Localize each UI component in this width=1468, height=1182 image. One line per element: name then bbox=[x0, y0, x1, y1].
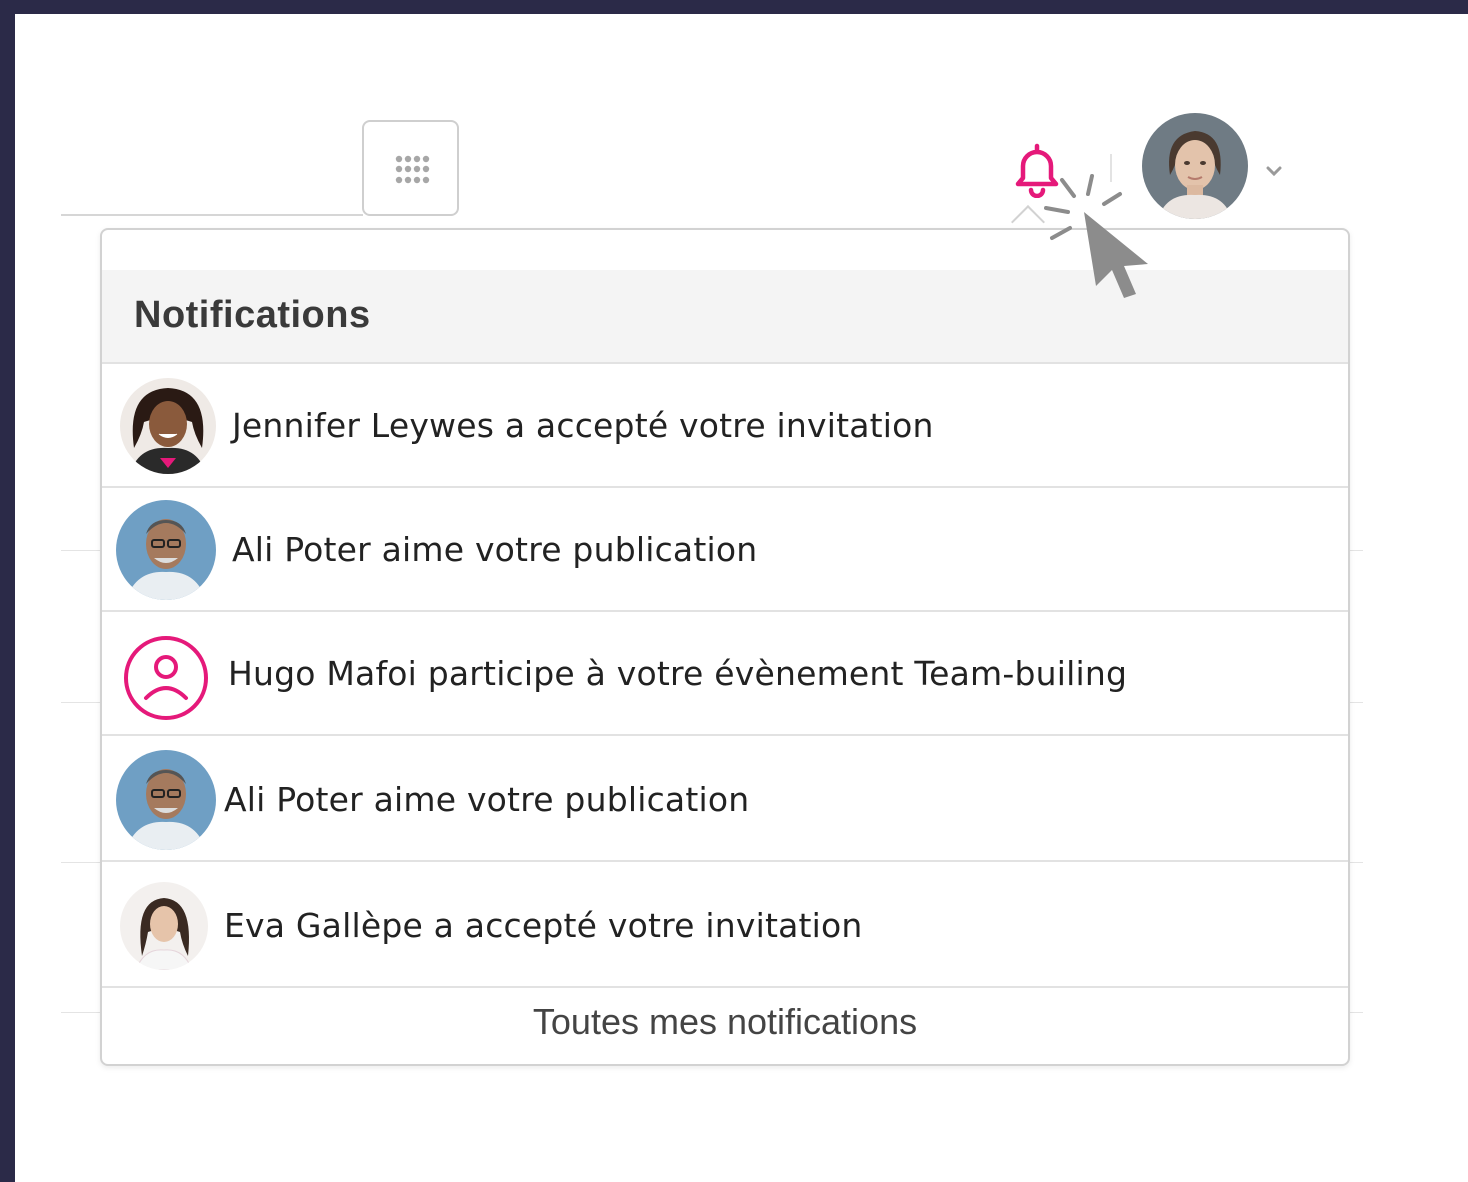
pointer-click-icon bbox=[1044, 174, 1148, 298]
mouse-cursor bbox=[1040, 172, 1160, 307]
notification-text: Hugo Mafoi participe à votre évènement T… bbox=[228, 654, 1128, 693]
notification-item[interactable]: Eva Gallèpe a accepté votre invitation bbox=[102, 864, 1348, 988]
search-field-underline[interactable] bbox=[61, 214, 363, 216]
notification-item[interactable]: Jennifer Leywes a accepté votre invitati… bbox=[102, 364, 1348, 488]
notifications-title: Notifications bbox=[134, 294, 371, 336]
man-portrait-icon bbox=[116, 500, 216, 600]
notifications-header: Notifications bbox=[102, 270, 1348, 364]
avatar bbox=[116, 750, 216, 850]
notification-text: Ali Poter aime votre publication bbox=[224, 780, 750, 819]
avatar bbox=[122, 634, 210, 722]
chevron-down-icon bbox=[1266, 166, 1282, 177]
notification-text: Jennifer Leywes a accepté votre invitati… bbox=[232, 406, 934, 445]
notification-text: Ali Poter aime votre publication bbox=[232, 530, 758, 569]
user-placeholder-icon bbox=[124, 636, 208, 720]
notification-item[interactable]: Hugo Mafoi participe à votre évènement T… bbox=[102, 612, 1348, 736]
avatar bbox=[116, 500, 216, 600]
notification-item[interactable]: Ali Poter aime votre publication bbox=[102, 738, 1348, 862]
notification-text: Eva Gallèpe a accepté votre invitation bbox=[224, 906, 863, 945]
apps-menu-button[interactable] bbox=[362, 120, 459, 216]
profile-menu-toggle[interactable] bbox=[1265, 164, 1283, 183]
notification-item[interactable]: Ali Poter aime votre publication bbox=[102, 488, 1348, 612]
notifications-dropdown: Notifications Jennifer Leywes a accepté … bbox=[100, 228, 1350, 1066]
all-notifications-link[interactable]: Toutes mes notifications bbox=[102, 992, 1348, 1064]
woman-portrait-icon bbox=[120, 882, 208, 970]
avatar bbox=[120, 882, 208, 970]
woman-portrait-icon bbox=[120, 378, 216, 474]
man-portrait-icon bbox=[116, 750, 216, 850]
avatar bbox=[120, 378, 216, 474]
grid-dots-icon bbox=[395, 155, 430, 184]
